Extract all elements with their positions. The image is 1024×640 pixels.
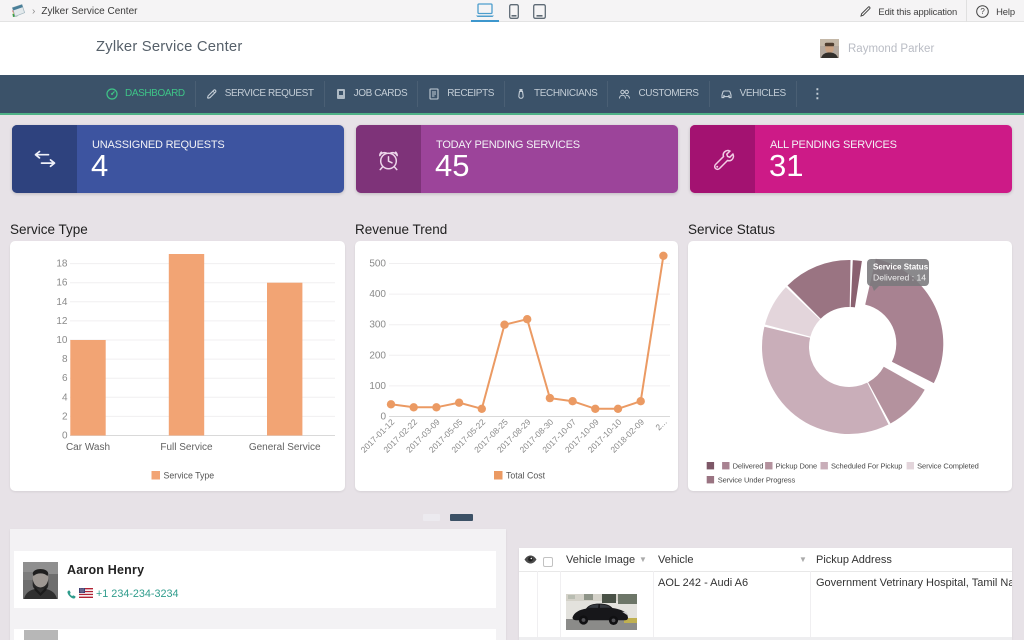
svg-text:?: ? bbox=[980, 7, 985, 16]
svg-text:12: 12 bbox=[56, 316, 68, 327]
svg-text:Pickup Done: Pickup Done bbox=[776, 462, 817, 471]
svg-text:500: 500 bbox=[369, 259, 386, 270]
svg-text:Total Cost: Total Cost bbox=[506, 471, 546, 481]
svg-text:Car Wash: Car Wash bbox=[66, 442, 110, 453]
svg-text:10: 10 bbox=[56, 335, 68, 346]
svg-text:Full Service: Full Service bbox=[160, 442, 213, 453]
svg-text:Scheduled For Pickup: Scheduled For Pickup bbox=[831, 462, 902, 471]
svg-text:18: 18 bbox=[56, 259, 68, 270]
svg-text:2...: 2... bbox=[653, 417, 668, 432]
svg-text:4: 4 bbox=[62, 392, 68, 403]
svg-text:Delivered: Delivered bbox=[733, 462, 764, 471]
svg-text:16: 16 bbox=[56, 278, 68, 289]
svg-text:100: 100 bbox=[369, 381, 386, 392]
svg-text:Service Type: Service Type bbox=[164, 471, 215, 481]
svg-text:General Service: General Service bbox=[249, 442, 321, 453]
svg-text:2: 2 bbox=[62, 411, 68, 422]
svg-text:Delivered : 14: Delivered : 14 bbox=[873, 273, 926, 283]
svg-text:Service Completed: Service Completed bbox=[917, 462, 979, 471]
svg-text:14: 14 bbox=[56, 297, 68, 308]
svg-text:0: 0 bbox=[62, 431, 68, 442]
svg-text:200: 200 bbox=[369, 350, 386, 361]
svg-text:8: 8 bbox=[62, 354, 68, 365]
svg-text:300: 300 bbox=[369, 320, 386, 331]
svg-text:Service Under Progress: Service Under Progress bbox=[718, 476, 796, 485]
svg-text:400: 400 bbox=[369, 289, 386, 300]
svg-text:Service Status: Service Status bbox=[873, 263, 929, 272]
svg-text:6: 6 bbox=[62, 373, 68, 384]
